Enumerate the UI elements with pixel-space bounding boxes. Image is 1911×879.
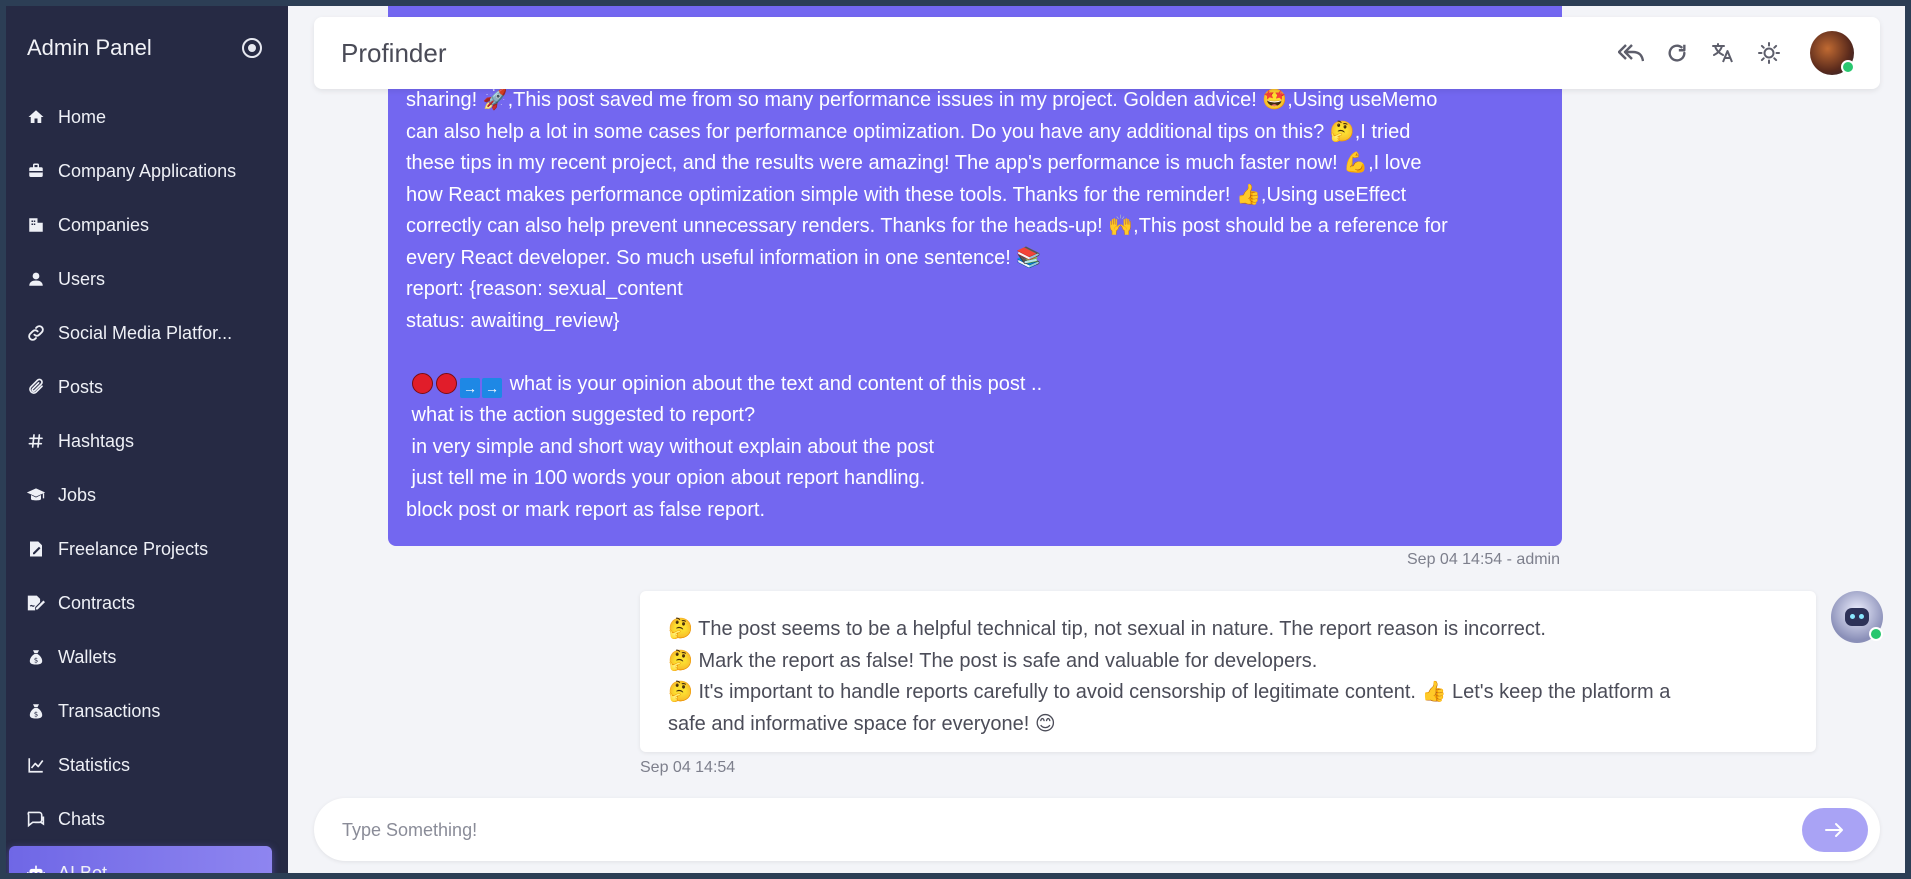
bot-avatar bbox=[1831, 591, 1883, 643]
sidebar-item-home[interactable]: Home bbox=[6, 90, 288, 144]
sidebar-item-ai-bot[interactable]: AI Bot bbox=[9, 846, 272, 873]
sidebar-item-contracts[interactable]: Contracts bbox=[6, 576, 288, 630]
sidebar-toggle-icon[interactable] bbox=[242, 38, 262, 58]
sidebar-item-label: Wallets bbox=[58, 646, 117, 667]
sidebar-item-freelance-projects[interactable]: Freelance Projects bbox=[6, 522, 288, 576]
sidebar: Admin Panel Home Company Applications Co… bbox=[6, 6, 288, 873]
sidebar-item-label: Contracts bbox=[58, 592, 136, 613]
reply-all-icon[interactable] bbox=[1618, 40, 1644, 66]
sidebar-item-label: Social Media Platfor... bbox=[58, 322, 233, 343]
sidebar-item-chats[interactable]: Chats bbox=[6, 792, 288, 846]
sidebar-item-label: Users bbox=[58, 268, 106, 289]
message-line: block post or mark report as false repor… bbox=[406, 498, 766, 521]
sidebar-item-label: Transactions bbox=[58, 700, 161, 721]
message-timestamp: Sep 04 14:54 - admin bbox=[1407, 551, 1560, 568]
chat-main: sharing! 🚀,This post saved me from so ma… bbox=[288, 6, 1905, 873]
sidebar-item-company-applications[interactable]: Company Applications bbox=[6, 144, 288, 198]
message-line: can also help a lot in some cases for pe… bbox=[406, 120, 1411, 143]
sidebar-item-social-media-platforms[interactable]: Social Media Platfor... bbox=[6, 306, 288, 360]
sidebar-item-wallets[interactable]: $ Wallets bbox=[6, 630, 288, 684]
hashtag-icon bbox=[26, 431, 46, 451]
sidebar-title: Admin Panel bbox=[27, 35, 152, 60]
sidebar-item-transactions[interactable]: $ Transactions bbox=[6, 684, 288, 738]
sidebar-item-label: Jobs bbox=[58, 484, 97, 505]
sun-icon[interactable] bbox=[1756, 40, 1782, 66]
sidebar-item-label: Companies bbox=[58, 214, 150, 235]
red-circle-icon bbox=[412, 372, 433, 394]
message-line: 🤔 Mark the report as false! The post is … bbox=[668, 649, 1318, 672]
sidebar-item-label: Posts bbox=[58, 376, 104, 397]
arrow-right-icon: → bbox=[460, 377, 480, 398]
sidebar-item-companies[interactable]: Companies bbox=[6, 198, 288, 252]
send-button[interactable] bbox=[1802, 808, 1868, 852]
briefcase-icon bbox=[26, 161, 46, 181]
arrow-right-icon: → bbox=[482, 377, 502, 398]
sidebar-item-posts[interactable]: Posts bbox=[6, 360, 288, 414]
message-line: 🤔 It's important to handle reports caref… bbox=[668, 681, 1671, 703]
svg-text:$: $ bbox=[34, 656, 38, 664]
sidebar-item-label: Chats bbox=[58, 808, 106, 829]
home-icon bbox=[26, 107, 46, 127]
sidebar-item-label: Company Applications bbox=[58, 160, 237, 181]
message-line: sharing! 🚀,This post saved me from so ma… bbox=[406, 89, 1438, 111]
message-line: safe and informative space for everyone!… bbox=[668, 712, 1056, 735]
message-line: → → what is your opinion about the text a… bbox=[406, 369, 1542, 401]
message-line: just tell me in 100 words your opion abo… bbox=[406, 467, 926, 489]
chat-icon bbox=[26, 809, 46, 829]
message-line: status: awaiting_review} bbox=[406, 309, 620, 332]
message-line: correctly can also help prevent unnecess… bbox=[406, 215, 1448, 237]
robot-icon bbox=[26, 863, 46, 873]
message-line: every React developer. So much useful in… bbox=[406, 246, 1042, 269]
sidebar-item-label: Freelance Projects bbox=[58, 538, 209, 559]
message-line bbox=[406, 337, 1542, 369]
message-line: what is the action suggested to report? bbox=[406, 404, 756, 426]
message-composer bbox=[314, 798, 1880, 863]
translate-icon[interactable] bbox=[1710, 40, 1736, 66]
user-icon bbox=[26, 269, 46, 289]
sidebar-item-jobs[interactable]: Jobs bbox=[6, 468, 288, 522]
message-line: how React makes performance optimization… bbox=[406, 183, 1407, 206]
sidebar-item-label: Statistics bbox=[58, 754, 131, 775]
svg-text:$: $ bbox=[34, 710, 38, 718]
sidebar-item-hashtags[interactable]: Hashtags bbox=[6, 414, 288, 468]
message-input[interactable] bbox=[340, 798, 1784, 863]
building-icon bbox=[26, 215, 46, 235]
paperclip-icon bbox=[26, 377, 46, 397]
red-circle-icon bbox=[436, 372, 457, 394]
message-line: 🤔 The post seems to be a helpful technic… bbox=[668, 618, 1546, 640]
app-window: Admin Panel Home Company Applications Co… bbox=[6, 6, 1905, 873]
sidebar-item-statistics[interactable]: Statistics bbox=[6, 738, 288, 792]
money-bag-icon: $ bbox=[26, 647, 46, 667]
arrow-right-icon bbox=[1825, 823, 1843, 837]
top-navbar: Profinder bbox=[314, 17, 1880, 89]
file-edit-icon bbox=[26, 539, 46, 559]
message-line: these tips in my recent project, and the… bbox=[406, 152, 1422, 174]
sidebar-item-users[interactable]: Users bbox=[6, 252, 288, 306]
sidebar-item-label: Hashtags bbox=[58, 430, 135, 451]
money-bag-icon: $ bbox=[26, 701, 46, 721]
refresh-icon[interactable] bbox=[1664, 40, 1690, 66]
sidebar-item-label: AI Bot bbox=[58, 862, 108, 874]
file-signature-icon bbox=[26, 593, 46, 613]
message-line: in very simple and short way without exp… bbox=[406, 435, 935, 458]
message-line: report: {reason: sexual_content bbox=[406, 278, 683, 300]
sidebar-item-label: Home bbox=[58, 106, 107, 127]
graduation-cap-icon bbox=[26, 485, 46, 505]
toolbar bbox=[1618, 31, 1855, 75]
chart-line-icon bbox=[26, 755, 46, 775]
bot-message-bubble: 🤔 The post seems to be a helpful technic… bbox=[640, 591, 1816, 752]
user-avatar[interactable] bbox=[1810, 31, 1855, 75]
message-timestamp: Sep 04 14:54 bbox=[640, 759, 736, 776]
online-status-dot bbox=[1841, 60, 1855, 74]
sidebar-header: Admin Panel bbox=[6, 6, 288, 90]
online-status-dot bbox=[1869, 627, 1883, 641]
page-title: Profinder bbox=[341, 37, 447, 68]
link-icon bbox=[26, 323, 46, 343]
